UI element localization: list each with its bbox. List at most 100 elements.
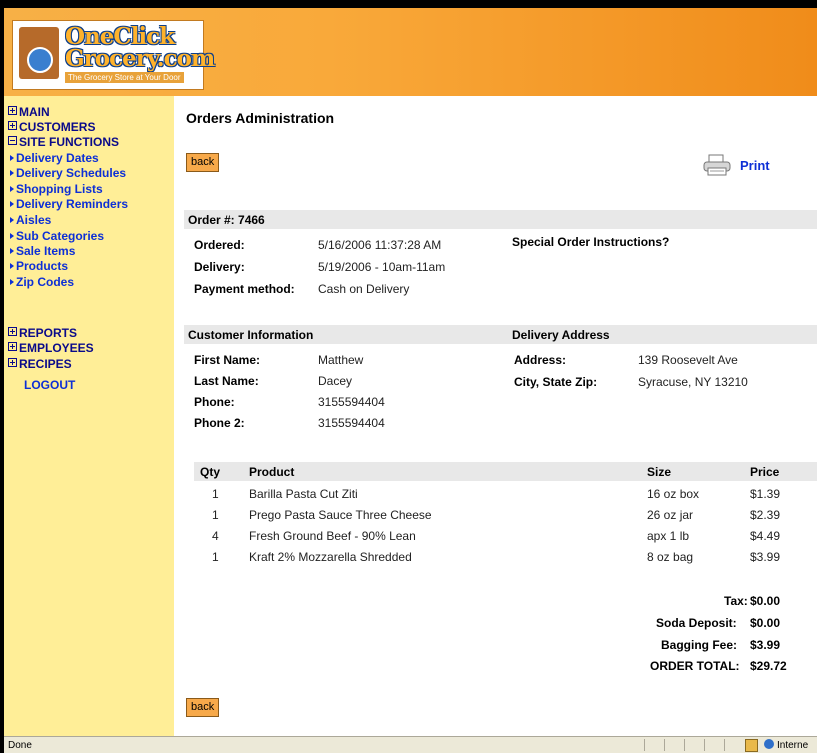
arrow-right-icon: [10, 217, 14, 223]
row-product: Kraft 2% Mozzarella Shredded: [249, 550, 412, 564]
nav-recipes-label: RECIPES: [19, 357, 72, 371]
site-logo[interactable]: OneClick Grocery.com The Grocery Store a…: [12, 20, 215, 90]
order-band: [184, 210, 817, 229]
nav-employees-label: EMPLOYEES: [19, 341, 94, 355]
expand-icon: [8, 121, 17, 130]
city-value: Syracuse, NY 13210: [638, 375, 748, 389]
soda-deposit-value: $0.00: [750, 616, 781, 630]
bagging-fee-value: $3.99: [750, 638, 781, 652]
nav-reports[interactable]: REPORTS: [8, 327, 77, 340]
row-price: $1.39: [750, 487, 781, 501]
nav-main[interactable]: MAIN: [8, 106, 50, 119]
nav-recipes[interactable]: RECIPES: [8, 358, 72, 371]
row-qty: 1: [212, 487, 219, 501]
globe-icon: [764, 739, 774, 749]
logo-tagline: The Grocery Store at Your Door: [65, 72, 184, 83]
arrow-right-icon: [10, 248, 14, 254]
printer-icon: [703, 154, 731, 176]
logo-text-line2: Grocery.com: [65, 45, 215, 72]
site-header: OneClick Grocery.com The Grocery Store a…: [4, 8, 817, 96]
delivery-value: 5/19/2006 - 10am-11am: [318, 260, 446, 274]
phone-label: Phone:: [194, 395, 235, 409]
sidebar-item-shopping-lists[interactable]: Shopping Lists: [10, 183, 103, 196]
sidebar-item-label: Delivery Reminders: [16, 197, 129, 211]
sidebar-item-label: Products: [16, 259, 69, 273]
tax-label: Tax:: [724, 594, 748, 608]
sidebar-item-label: Delivery Schedules: [16, 166, 127, 180]
zone-label: Interne: [777, 740, 809, 751]
sidebar-item-sale-items[interactable]: Sale Items: [10, 245, 75, 258]
payment-value: Cash on Delivery: [318, 282, 410, 296]
row-qty: 4: [212, 529, 219, 543]
row-qty: 1: [212, 550, 219, 564]
sidebar-item-label: Shopping Lists: [16, 182, 103, 196]
security-icon[interactable]: [745, 739, 758, 752]
row-product: Fresh Ground Beef - 90% Lean: [249, 529, 416, 543]
row-price: $4.49: [750, 529, 781, 543]
sidebar-item-label: Sub Categories: [16, 229, 105, 243]
sidebar-nav: MAIN CUSTOMERS SITE FUNCTIONS Delivery D…: [4, 96, 174, 736]
tax-value: $0.00: [750, 594, 781, 608]
sidebar-item-label: Sale Items: [16, 244, 76, 258]
grocery-bag-icon: [19, 27, 59, 79]
internet-zone[interactable]: Interne: [764, 739, 808, 751]
phone2-value: 3155594404: [318, 416, 385, 430]
arrow-right-icon: [10, 186, 14, 192]
sidebar-item-zip-codes[interactable]: Zip Codes: [10, 276, 74, 289]
soda-deposit-label: Soda Deposit:: [656, 616, 737, 630]
back-button-bottom[interactable]: back: [186, 698, 220, 717]
nav-main-label: MAIN: [19, 105, 50, 119]
sidebar-item-products[interactable]: Products: [10, 260, 68, 273]
arrow-right-icon: [10, 155, 14, 161]
nav-site-functions[interactable]: SITE FUNCTIONS: [8, 136, 119, 149]
city-label: City, State Zip:: [514, 375, 598, 389]
arrow-right-icon: [10, 170, 14, 176]
last-name-value: Dacey: [318, 374, 353, 388]
status-panel: [684, 739, 703, 751]
sidebar-item-delivery-reminders[interactable]: Delivery Reminders: [10, 198, 128, 211]
back-button-top[interactable]: back: [186, 153, 220, 172]
special-instructions-label: Special Order Instructions?: [512, 235, 670, 249]
status-panel: [704, 739, 723, 751]
nav-customers[interactable]: CUSTOMERS: [8, 121, 95, 134]
bagging-fee-label: Bagging Fee:: [661, 638, 738, 652]
print-label: Print: [740, 158, 770, 173]
sidebar-item-delivery-dates[interactable]: Delivery Dates: [10, 152, 99, 165]
sidebar-item-label: Delivery Dates: [16, 151, 99, 165]
first-name-value: Matthew: [318, 353, 364, 367]
sidebar-item-label: Zip Codes: [16, 275, 75, 289]
row-qty: 1: [212, 508, 219, 522]
row-size: 16 oz box: [647, 487, 700, 501]
status-panel: [644, 739, 663, 751]
expand-icon: [8, 342, 17, 351]
payment-label: Payment method:: [194, 282, 295, 296]
print-button[interactable]: Print: [702, 151, 782, 181]
address-label: Address:: [514, 353, 567, 367]
nav-employees[interactable]: EMPLOYEES: [8, 342, 94, 355]
phone2-label: Phone 2:: [194, 416, 245, 430]
sidebar-item-sub-categories[interactable]: Sub Categories: [10, 230, 104, 243]
arrow-right-icon: [10, 233, 14, 239]
status-bar: Done Interne: [4, 736, 817, 753]
sidebar-item-aisles[interactable]: Aisles: [10, 214, 51, 227]
row-size: apx 1 lb: [647, 529, 690, 543]
nav-reports-label: REPORTS: [19, 326, 78, 340]
sidebar-item-delivery-schedules[interactable]: Delivery Schedules: [10, 167, 126, 180]
order-total-value: $29.72: [750, 659, 787, 673]
nav-customers-label: CUSTOMERS: [19, 120, 96, 134]
col-product: Product: [249, 465, 295, 479]
col-qty: Qty: [200, 465, 221, 479]
arrow-right-icon: [10, 263, 14, 269]
ordered-label: Ordered:: [194, 238, 245, 252]
col-price: Price: [750, 465, 780, 479]
row-product: Barilla Pasta Cut Ziti: [249, 487, 358, 501]
customer-info-header: Customer Information: [188, 328, 314, 342]
collapse-icon: [8, 136, 17, 145]
status-panel: [664, 739, 683, 751]
logout-link[interactable]: LOGOUT: [24, 378, 75, 392]
arrow-right-icon: [10, 279, 14, 285]
row-product: Prego Pasta Sauce Three Cheese: [249, 508, 432, 522]
status-panel: [724, 739, 743, 751]
expand-icon: [8, 358, 17, 367]
ordered-value: 5/16/2006 11:37:28 AM: [318, 238, 442, 252]
